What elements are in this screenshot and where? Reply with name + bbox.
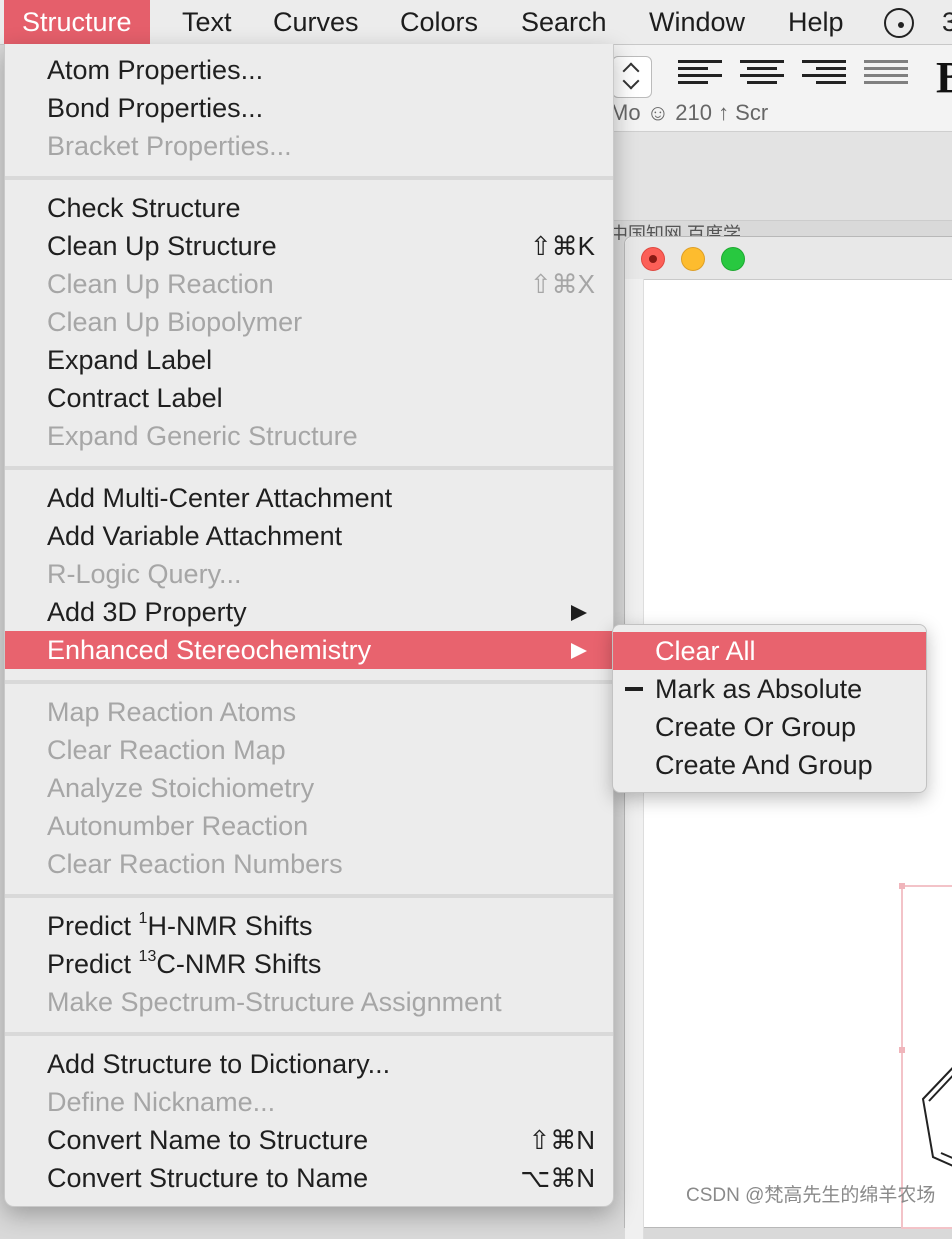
bold-icon[interactable]: B bbox=[936, 52, 952, 103]
menu-item-clear-reaction-map: Clear Reaction Map bbox=[47, 735, 286, 765]
menu-item-clear-reaction-numbers: Clear Reaction Numbers bbox=[47, 849, 343, 879]
menu-item-expand-label[interactable]: Expand Label bbox=[5, 341, 613, 379]
selection-handle[interactable] bbox=[899, 883, 905, 889]
menu-item-define-nickname: Define Nickname... bbox=[47, 1087, 276, 1117]
align-justify-icon[interactable] bbox=[864, 60, 908, 92]
submenu-item-mark-as-absolute[interactable]: Mark as Absolute bbox=[613, 670, 926, 708]
menu-item-clean-up-structure[interactable]: Clean Up Structure ⇧⌘K bbox=[5, 227, 613, 265]
menu-separator bbox=[5, 176, 613, 180]
menu-separator bbox=[5, 894, 613, 898]
align-left-icon[interactable] bbox=[678, 60, 722, 92]
benzene-ring-icon bbox=[921, 1067, 952, 1167]
align-center-icon[interactable] bbox=[740, 60, 784, 92]
submenu-arrow-icon bbox=[571, 643, 587, 659]
shortcut-label: ⇧⌘N bbox=[528, 1125, 595, 1155]
submenu-item-create-and-group[interactable]: Create And Group bbox=[613, 746, 926, 784]
menu-item-enhanced-stereochemistry[interactable]: Enhanced Stereochemistry bbox=[5, 631, 613, 669]
window-band bbox=[610, 132, 952, 221]
menu-item-add-structure-to-dictionary[interactable]: Add Structure to Dictionary... bbox=[5, 1045, 613, 1083]
submenu-item-clear-all[interactable]: Clear All bbox=[613, 632, 926, 670]
menu-item-analyze-stoichiometry: Analyze Stoichiometry bbox=[47, 773, 315, 803]
shortcut-label: ⇧⌘X bbox=[529, 269, 595, 299]
menu-separator bbox=[5, 1032, 613, 1036]
structure-menu: Atom Properties... Bond Properties... Br… bbox=[4, 44, 614, 1207]
menu-window[interactable]: Window bbox=[649, 0, 745, 44]
menu-item-bond-properties[interactable]: Bond Properties... bbox=[5, 89, 613, 127]
menu-search[interactable]: Search bbox=[521, 0, 607, 44]
menu-item-convert-name-to-structure[interactable]: Convert Name to Structure ⇧⌘N bbox=[5, 1121, 613, 1159]
minimize-window-icon[interactable] bbox=[681, 247, 705, 271]
menu-text[interactable]: Text bbox=[182, 0, 232, 44]
menu-item-clean-up-reaction: Clean Up Reaction ⇧⌘X bbox=[5, 265, 613, 303]
font-size-stepper[interactable] bbox=[612, 56, 652, 98]
menu-item-autonumber-reaction: Autonumber Reaction bbox=[47, 811, 309, 841]
menu-help[interactable]: Help bbox=[788, 0, 844, 44]
menu-item-map-reaction-atoms: Map Reaction Atoms bbox=[47, 697, 297, 727]
align-right-icon[interactable] bbox=[802, 60, 846, 92]
menu-item-bracket-properties: Bracket Properties... bbox=[47, 131, 292, 161]
menu-item-add-multi-center-attachment[interactable]: Add Multi-Center Attachment bbox=[5, 479, 613, 517]
menu-item-make-spectrum-assignment: Make Spectrum-Structure Assignment bbox=[47, 987, 502, 1017]
menu-item-expand-generic-structure: Expand Generic Structure bbox=[47, 421, 358, 451]
window-titlebar bbox=[625, 237, 952, 280]
shortcut-label: ⇧⌘K bbox=[529, 231, 595, 261]
menu-colors[interactable]: Colors bbox=[400, 0, 478, 44]
menu-item-contract-label[interactable]: Contract Label bbox=[5, 379, 613, 417]
submenu-arrow-icon bbox=[571, 605, 587, 621]
menu-separator bbox=[5, 680, 613, 684]
menu-item-add-3d-property[interactable]: Add 3D Property bbox=[5, 593, 613, 631]
menu-structure[interactable]: Structure bbox=[4, 0, 150, 44]
watermark: CSDN @梵高先生的绵羊农场 bbox=[686, 1185, 936, 1206]
menu-separator bbox=[5, 466, 613, 470]
toolbar-strip: Mo ☺ 210 ↑ Scr bbox=[610, 100, 769, 125]
menu-item-check-structure[interactable]: Check Structure bbox=[5, 189, 613, 227]
menu-item-r-logic-query: R-Logic Query... bbox=[47, 559, 242, 589]
menu-curves[interactable]: Curves bbox=[273, 0, 359, 44]
selection-box[interactable] bbox=[899, 883, 952, 1229]
submenu-item-create-or-group[interactable]: Create Or Group bbox=[613, 708, 926, 746]
menu-item-convert-structure-to-name[interactable]: Convert Structure to Name ⌥⌘N bbox=[5, 1159, 613, 1197]
mixed-state-dash-icon bbox=[625, 687, 643, 691]
close-window-icon[interactable] bbox=[641, 247, 665, 271]
shortcut-label: ⌥⌘N bbox=[520, 1163, 595, 1193]
menu-item-predict-c-nmr[interactable]: Predict 13C-NMR Shifts bbox=[5, 945, 613, 983]
menu-item-predict-h-nmr[interactable]: Predict 1H-NMR Shifts bbox=[5, 907, 613, 945]
menubar-truncated: 3 bbox=[942, 7, 952, 37]
menu-bar: Structure Text Curves Colors Search Wind… bbox=[0, 0, 952, 45]
menu-item-atom-properties[interactable]: Atom Properties... bbox=[5, 51, 613, 89]
record-circle-icon[interactable] bbox=[884, 8, 914, 38]
enhanced-stereochemistry-submenu: Clear All Mark as Absolute Create Or Gro… bbox=[612, 624, 927, 793]
zoom-window-icon[interactable] bbox=[721, 247, 745, 271]
menu-item-clean-up-biopolymer: Clean Up Biopolymer bbox=[47, 307, 303, 337]
menu-item-add-variable-attachment[interactable]: Add Variable Attachment bbox=[5, 517, 613, 555]
